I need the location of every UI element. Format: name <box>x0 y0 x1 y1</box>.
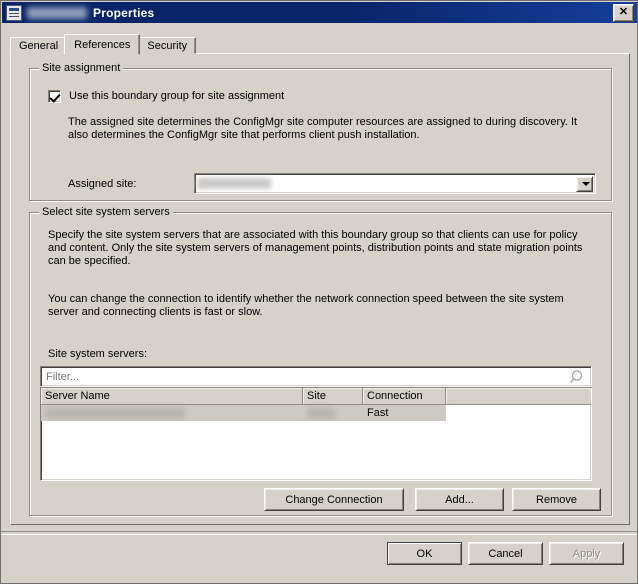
title-redacted-name <box>27 6 87 19</box>
tab-references-label: References <box>74 38 131 51</box>
apply-button: Apply <box>549 542 624 565</box>
use-boundary-group-label: Use this boundary group for site assignm… <box>69 90 285 102</box>
close-button[interactable]: ✕ <box>613 3 634 22</box>
filter-input[interactable] <box>41 367 569 386</box>
column-header-connection[interactable]: Connection <box>363 388 446 404</box>
ok-button[interactable]: OK <box>387 542 462 565</box>
site-system-servers-list-label: Site system servers: <box>48 348 148 360</box>
cell-site-redacted <box>307 407 335 419</box>
properties-sheet-icon <box>6 4 22 21</box>
column-header-spacer[interactable] <box>446 388 591 404</box>
list-header-row: Server Name Site Connection <box>41 388 591 405</box>
tab-security[interactable]: Security <box>138 37 197 54</box>
cell-server-name <box>41 405 303 421</box>
site-system-servers-list[interactable]: Server Name Site Connection Fast <box>40 387 592 481</box>
close-icon: ✕ <box>618 6 629 18</box>
title-bar: Properties ✕ <box>2 2 637 23</box>
cancel-button[interactable]: Cancel <box>468 542 543 565</box>
assigned-site-label: Assigned site: <box>68 178 137 190</box>
site-system-servers-description-2: You can change the connection to identif… <box>48 293 564 318</box>
cell-site <box>303 405 363 421</box>
assigned-site-combobox[interactable] <box>194 173 596 194</box>
footer-divider <box>1 531 637 535</box>
use-boundary-group-checkbox[interactable] <box>48 90 61 103</box>
assigned-site-redacted-value <box>197 178 271 189</box>
magnifier-icon[interactable] <box>569 368 587 386</box>
tab-panel-references: Site assignment Use this boundary group … <box>10 53 630 525</box>
use-boundary-group-checkbox-row[interactable]: Use this boundary group for site assignm… <box>48 90 478 103</box>
tab-general[interactable]: General <box>10 37 68 54</box>
tab-strip: General References Security <box>10 34 197 55</box>
remove-button[interactable]: Remove <box>512 488 601 511</box>
cell-spacer <box>446 405 591 421</box>
filter-box[interactable] <box>40 366 592 387</box>
column-header-server-name[interactable]: Server Name <box>41 388 303 404</box>
site-system-servers-description-1: Specify the site system servers that are… <box>48 229 583 267</box>
properties-dialog: Properties ✕ General References Security… <box>0 0 638 584</box>
table-row[interactable]: Fast <box>41 405 591 421</box>
site-assignment-group-title: Site assignment <box>39 62 124 74</box>
site-system-servers-group-title: Select site system servers <box>39 206 173 218</box>
change-connection-button[interactable]: Change Connection <box>264 488 404 511</box>
tab-general-label: General <box>19 39 59 52</box>
cell-connection: Fast <box>363 405 446 421</box>
add-button[interactable]: Add... <box>415 488 504 511</box>
chevron-down-icon[interactable] <box>576 176 593 192</box>
cell-server-name-redacted <box>45 407 185 419</box>
window-title: Properties <box>93 5 155 20</box>
tab-security-label: Security <box>147 39 188 52</box>
tab-references[interactable]: References <box>64 34 141 55</box>
site-assignment-description: The assigned site determines the ConfigM… <box>68 116 578 141</box>
column-header-site[interactable]: Site <box>303 388 363 404</box>
